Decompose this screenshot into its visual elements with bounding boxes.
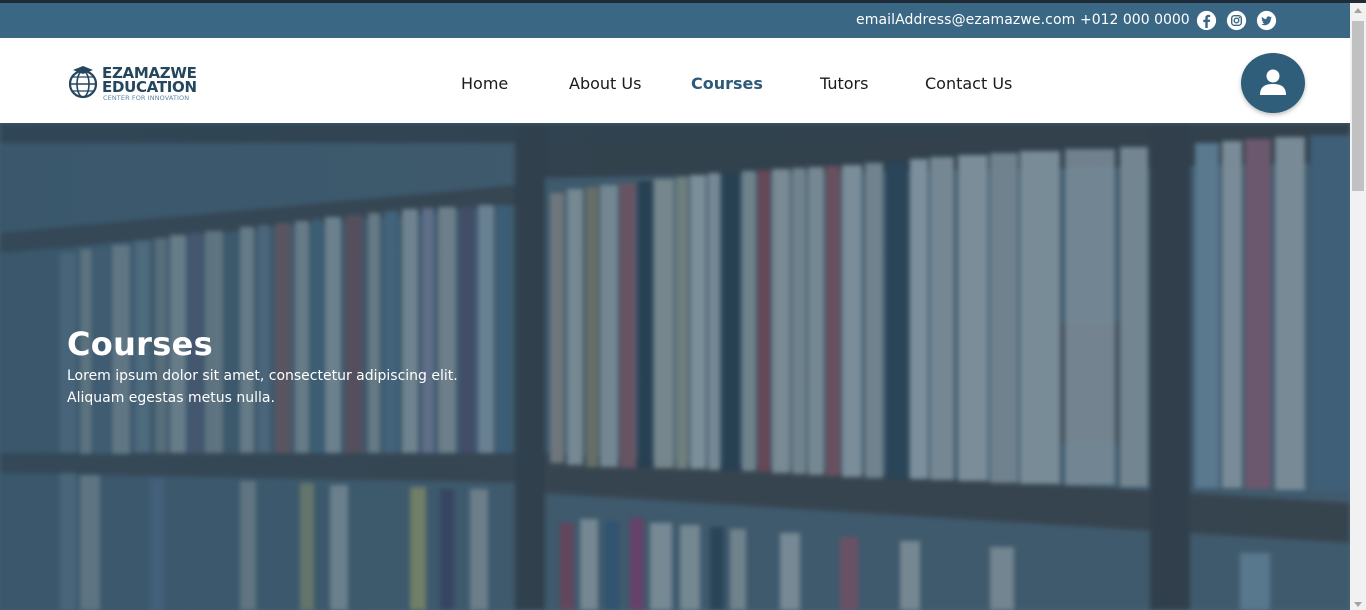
scrollbar-thumb[interactable] bbox=[1352, 21, 1364, 191]
main-header: EZAMAZWE EDUCATION CENTER FOR INNOVATION… bbox=[0, 38, 1350, 123]
nav-courses[interactable]: Courses bbox=[691, 74, 763, 93]
nav-contact-us[interactable]: Contact Us bbox=[925, 74, 1012, 93]
nav-tutors[interactable]: Tutors bbox=[820, 74, 868, 93]
scroll-up-arrow-icon[interactable] bbox=[1354, 8, 1362, 13]
site-logo[interactable]: EZAMAZWE EDUCATION CENTER FOR INNOVATION bbox=[69, 65, 204, 104]
hero-banner: Courses Lorem ipsum dolor sit amet, cons… bbox=[0, 123, 1350, 610]
nav-about-us[interactable]: About Us bbox=[569, 74, 641, 93]
user-icon bbox=[1260, 69, 1286, 95]
page-scrollbar[interactable] bbox=[1350, 3, 1366, 610]
nav-home[interactable]: Home bbox=[461, 74, 508, 93]
hero-title: Courses bbox=[67, 325, 213, 363]
facebook-icon[interactable] bbox=[1196, 10, 1217, 31]
contact-phone[interactable]: +012 000 0000 bbox=[1080, 12, 1190, 28]
contact-bar: emailAddress@ezamazwe.com +012 000 0000 bbox=[0, 3, 1350, 38]
twitter-icon[interactable] bbox=[1256, 10, 1277, 31]
contact-email[interactable]: emailAddress@ezamazwe.com bbox=[856, 12, 1075, 28]
account-button[interactable] bbox=[1241, 53, 1305, 113]
instagram-icon[interactable] bbox=[1226, 10, 1247, 31]
logo-tagline: CENTER FOR INNOVATION bbox=[103, 94, 190, 102]
scroll-down-arrow-icon[interactable] bbox=[1354, 602, 1362, 607]
globe-logo-icon bbox=[69, 66, 98, 99]
logo-education-line: EDUCATION bbox=[102, 78, 197, 96]
hero-description: Lorem ipsum dolor sit amet, consectetur … bbox=[67, 368, 458, 406]
